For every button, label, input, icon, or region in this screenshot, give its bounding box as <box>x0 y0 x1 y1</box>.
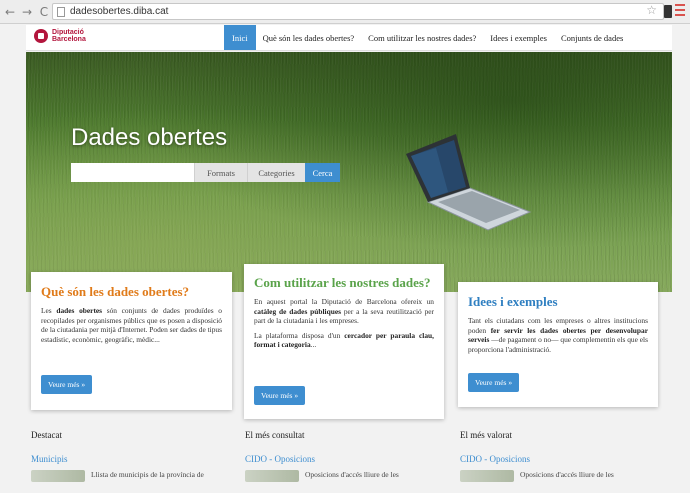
search-bar: Formats Categories Cerca <box>71 163 340 182</box>
nav-item-idees[interactable]: Idees i exemples <box>483 25 554 50</box>
nav-item-que-son[interactable]: Què són les dades obertes? <box>256 25 362 50</box>
logo-line-1: Diputació <box>52 29 84 36</box>
hero-banner: Dades obertes Formats Categories Cerca <box>26 52 672 292</box>
veure-mes-button[interactable]: Veure més » <box>254 386 306 405</box>
nav-item-com-utilitzar[interactable]: Com utilitzar les nostres dades? <box>361 25 483 50</box>
logo-mark-icon <box>34 29 48 43</box>
reload-icon[interactable]: C <box>37 4 51 20</box>
veure-mes-button[interactable]: Veure més » <box>41 375 93 394</box>
highlights-section: Destacat Municipis Llista de municipis d… <box>26 430 672 493</box>
section-heading: Destacat <box>31 430 62 440</box>
search-input[interactable] <box>71 163 194 182</box>
card-text: La plataforma disposa d'un cercador per … <box>254 330 434 350</box>
dataset-thumbnail[interactable] <box>245 470 299 482</box>
card-text: En aquest portal la Diputació de Barcelo… <box>254 297 435 325</box>
laptop-image <box>406 134 532 231</box>
veure-mes-button[interactable]: Veure més » <box>468 373 520 392</box>
card-que-son: Què són les dades obertes? Les dades obe… <box>31 272 232 410</box>
nav-item-conjunts[interactable]: Conjunts de dades <box>554 25 630 50</box>
site-header: Diputació Barcelona Inici Què són les da… <box>26 25 672 51</box>
card-title: Idees i exemples <box>468 294 558 309</box>
bookmark-star-icon[interactable]: ☆ <box>646 3 657 17</box>
dataset-link[interactable]: CIDO - Oposicions <box>245 454 445 464</box>
dataset-description: Llista de municipis de la província de <box>91 470 204 479</box>
search-button[interactable]: Cerca <box>305 163 340 182</box>
forward-icon[interactable]: → <box>20 4 34 20</box>
main-nav: Inici Què són les dades obertes? Com uti… <box>224 25 630 50</box>
extension-icon[interactable] <box>664 5 672 18</box>
browser-toolbar: ← → C dadesobertes.diba.cat ☆ <box>0 0 690 24</box>
destacat-column: Destacat Municipis Llista de municipis d… <box>31 430 231 482</box>
section-heading: El més valorat <box>460 430 512 440</box>
card-text: Tant els ciutadans com les empreses o al… <box>468 316 648 354</box>
address-bar[interactable]: dadesobertes.diba.cat <box>52 3 664 20</box>
card-title: Com utilitzar les nostres dades? <box>254 275 431 290</box>
back-icon[interactable]: ← <box>3 4 17 20</box>
dataset-description: Oposicions d'accés lliure de les <box>520 470 614 479</box>
page-icon <box>57 6 65 17</box>
dataset-link[interactable]: CIDO - Oposicions <box>460 454 660 464</box>
hero-title: Dades obertes <box>71 124 228 151</box>
dataset-description: Oposicions d'accés lliure de les <box>305 470 399 479</box>
card-com-utilitzar: Com utilitzar les nostres dades? En aque… <box>244 264 444 419</box>
dataset-thumbnail[interactable] <box>31 470 85 482</box>
dataset-link[interactable]: Municipis <box>31 454 231 464</box>
formats-tab[interactable]: Formats <box>194 163 247 182</box>
mes-consultat-column: El més consultat CIDO - Oposicions Oposi… <box>245 430 445 482</box>
card-title: Què són les dades obertes? <box>41 284 190 299</box>
mes-valorat-column: El més valorat CIDO - Oposicions Oposici… <box>460 430 660 482</box>
browser-menu-icon[interactable] <box>675 4 685 16</box>
logo-line-2: Barcelona <box>52 36 86 43</box>
url-text: dadesobertes.diba.cat <box>70 6 169 17</box>
categories-tab[interactable]: Categories <box>247 163 305 182</box>
diputacio-logo[interactable]: Diputació Barcelona <box>34 29 86 43</box>
section-heading: El més consultat <box>245 430 305 440</box>
card-text: Les dades obertes són conjunts de dades … <box>41 306 222 344</box>
nav-item-inici[interactable]: Inici <box>224 25 256 50</box>
dataset-thumbnail[interactable] <box>460 470 514 482</box>
card-idees: Idees i exemples Tant els ciutadans com … <box>458 282 658 407</box>
